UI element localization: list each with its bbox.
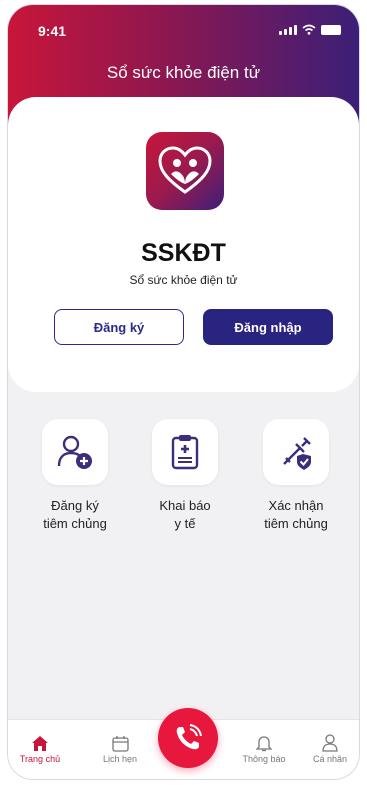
action-confirm-vaccination[interactable]: Xác nhận tiêm chủng: [241, 419, 351, 533]
action-label: Xác nhận tiêm chủng: [264, 498, 328, 531]
calendar-icon: [111, 736, 129, 752]
status-icons: [279, 24, 341, 35]
app-logo-icon: [146, 132, 224, 210]
welcome-card: SSKĐT Sổ sức khỏe điện tử Đăng ký Đăng n…: [8, 97, 359, 392]
app-name: SSKĐT: [141, 239, 226, 267]
phone-call-icon: [176, 724, 202, 750]
add-user-icon[interactable]: [42, 419, 108, 485]
nav-profile[interactable]: Cá nhân: [300, 732, 359, 764]
battery-icon: [321, 25, 341, 35]
action-label: Khai báo y tế: [159, 498, 211, 531]
medical-clipboard-icon[interactable]: [152, 419, 218, 485]
nav-appointments[interactable]: Lịch hẹn: [90, 732, 150, 764]
home-icon: [32, 736, 48, 751]
status-time: 9:41: [38, 23, 67, 39]
vaccine-shield-icon[interactable]: [263, 419, 329, 485]
user-icon: [322, 734, 338, 752]
page-title: Sổ sức khỏe điện tử: [106, 63, 261, 82]
wifi-icon: [302, 24, 316, 35]
action-health-declaration[interactable]: Khai báo y tế: [130, 419, 240, 533]
nav-label: Lịch hẹn: [102, 754, 138, 764]
nav-label: Thông báo: [242, 754, 286, 764]
signal-icon: [279, 25, 297, 35]
app-subtitle: Sổ sức khỏe điện tử: [129, 273, 238, 287]
phone-screen: 9:41 Sổ sức khỏe điện tử SSKĐT Sổ sức kh…: [7, 4, 360, 780]
action-register-vaccination[interactable]: Đăng ký tiêm chủng: [20, 419, 130, 533]
login-button[interactable]: Đăng nhập: [203, 309, 333, 345]
nav-label: Cá nhân: [312, 754, 348, 764]
bell-icon: [256, 736, 272, 752]
register-button[interactable]: Đăng ký: [54, 309, 184, 345]
status-bar: 9:41: [8, 19, 359, 41]
emergency-call-button[interactable]: [158, 708, 218, 768]
nav-notifications[interactable]: Thông báo: [234, 732, 294, 764]
action-label: Đăng ký tiêm chủng: [43, 498, 107, 531]
nav-label: Trang chủ: [19, 754, 61, 764]
nav-home[interactable]: Trang chủ: [10, 732, 70, 764]
